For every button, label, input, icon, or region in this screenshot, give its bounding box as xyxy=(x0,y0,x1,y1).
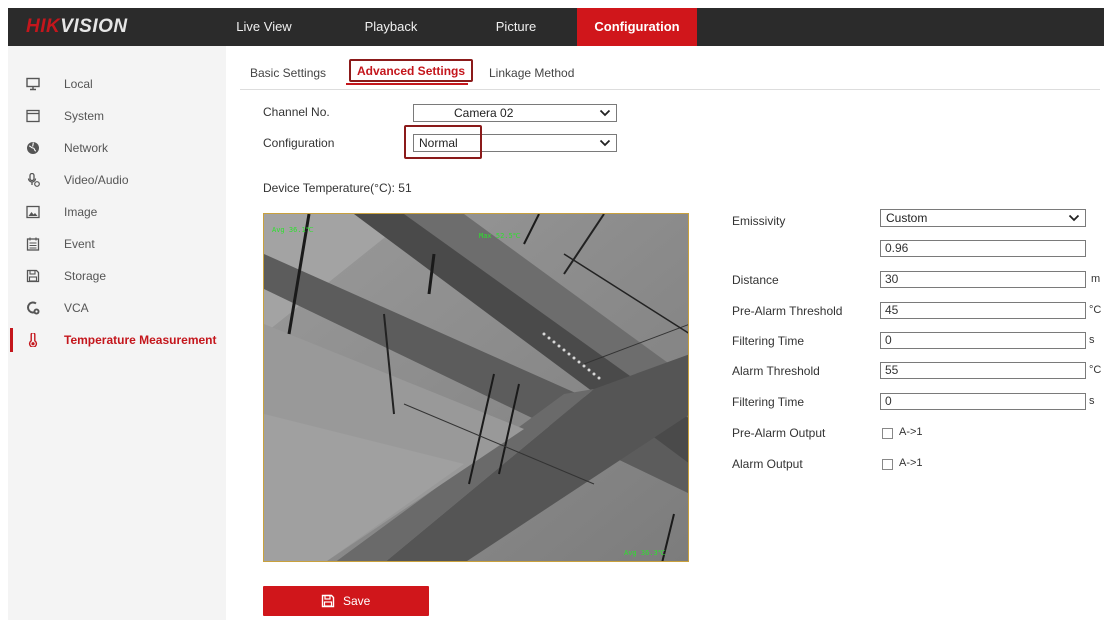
nav-configuration[interactable]: Configuration xyxy=(577,8,697,46)
thermal-scene: Avg 36.1℃ Max 52.5℃ Avg 36.3℃ xyxy=(264,214,688,561)
sidebar-label-storage: Storage xyxy=(64,269,107,283)
globe-icon xyxy=(27,142,39,154)
sidebar-label-system: System xyxy=(64,109,105,123)
nav-picture[interactable]: Picture xyxy=(486,8,546,46)
pre-alarm-output-checkbox[interactable] xyxy=(882,428,893,439)
calendar-icon xyxy=(26,237,40,251)
tab-basic-settings[interactable]: Basic Settings xyxy=(250,66,326,80)
pre-alarm-threshold-label: Pre-Alarm Threshold xyxy=(732,304,843,318)
alarm-threshold-label: Alarm Threshold xyxy=(732,364,820,378)
sidebar-item-local[interactable]: Local xyxy=(8,70,226,98)
top-nav-bar: HIKVISION Live View Playback Picture Con… xyxy=(8,8,1104,46)
channel-select[interactable]: Camera 02 xyxy=(413,104,617,122)
overlay-temp-top-mid: Max 52.5℃ xyxy=(479,232,521,240)
sidebar-item-vca[interactable]: VCA xyxy=(8,294,226,322)
thermal-video-preview[interactable]: Avg 36.1℃ Max 52.5℃ Avg 36.3℃ xyxy=(263,213,689,562)
config-subtabs: Basic Settings Advanced Settings Linkage… xyxy=(240,60,1100,90)
chevron-down-icon xyxy=(599,139,611,147)
monitor-icon xyxy=(26,77,40,91)
emissivity-mode-value: Custom xyxy=(886,211,928,225)
chevron-down-icon xyxy=(1068,214,1080,222)
emissivity-label: Emissivity xyxy=(732,214,786,228)
configuration-label: Configuration xyxy=(263,136,335,150)
channel-select-value: Camera 02 xyxy=(454,106,514,120)
emissivity-value-input[interactable]: 0.96 xyxy=(880,240,1086,257)
sidebar-label-event: Event xyxy=(64,237,95,251)
filtering-time-unit-1: s xyxy=(1089,334,1095,346)
pre-alarm-threshold-unit: °C xyxy=(1089,304,1102,316)
overlay-temp-bottom-right: Avg 36.3℃ xyxy=(624,549,666,557)
storage-icon xyxy=(26,269,40,283)
overlay-temp-top-left: Avg 36.1℃ xyxy=(272,226,314,234)
save-button[interactable]: Save xyxy=(263,586,429,616)
sidebar-item-storage[interactable]: Storage xyxy=(8,262,226,290)
sidebar-label-image: Image xyxy=(64,205,98,219)
pre-alarm-threshold-input[interactable]: 45 xyxy=(880,302,1086,319)
nav-live-view[interactable]: Live View xyxy=(234,8,294,46)
sidebar-label-network: Network xyxy=(64,141,109,155)
device-temperature-text: Device Temperature(°C): 51 xyxy=(263,181,412,195)
alarm-output-label: Alarm Output xyxy=(732,457,803,471)
save-button-label: Save xyxy=(343,594,371,608)
floppy-disk-icon xyxy=(321,594,335,608)
sidebar-label-video-audio: Video/Audio xyxy=(64,173,129,187)
sidebar-item-temperature-measurement[interactable]: Temperature Measurement xyxy=(8,326,226,354)
distance-input[interactable]: 30 xyxy=(880,271,1086,288)
distance-unit: m xyxy=(1091,273,1101,285)
microphone-icon xyxy=(27,173,40,187)
filtering-time-unit-2: s xyxy=(1089,395,1095,407)
sidebar-label-local: Local xyxy=(64,77,93,91)
thermometer-icon xyxy=(28,333,38,347)
alarm-threshold-input[interactable]: 55 xyxy=(880,362,1086,379)
image-icon xyxy=(26,205,40,219)
filtering-time-label-1: Filtering Time xyxy=(732,334,805,348)
nav-playback[interactable]: Playback xyxy=(356,8,426,46)
logo-part-hik: HIK xyxy=(26,16,61,37)
active-tab-underline xyxy=(346,83,468,85)
filtering-time-input-1[interactable]: 0 xyxy=(880,332,1086,349)
tab-linkage-method[interactable]: Linkage Method xyxy=(489,66,574,80)
configuration-select[interactable]: Normal xyxy=(413,134,617,152)
filtering-time-input-2[interactable]: 0 xyxy=(880,393,1086,410)
sidebar-label-vca: VCA xyxy=(64,301,89,315)
sidebar-item-video-audio[interactable]: Video/Audio xyxy=(8,166,226,194)
alarm-threshold-unit: °C xyxy=(1089,364,1102,376)
pre-alarm-output-option: A->1 xyxy=(899,426,923,438)
configuration-select-value: Normal xyxy=(419,136,458,150)
channel-no-label: Channel No. xyxy=(263,105,330,119)
vca-icon xyxy=(27,301,40,315)
chevron-down-icon xyxy=(599,109,611,117)
filtering-time-label-2: Filtering Time xyxy=(732,395,805,409)
sidebar-item-image[interactable]: Image xyxy=(8,198,226,226)
pre-alarm-output-label: Pre-Alarm Output xyxy=(732,426,826,440)
logo-part-vision: VISION xyxy=(60,16,128,37)
distance-label: Distance xyxy=(732,273,779,287)
alarm-output-checkbox[interactable] xyxy=(882,459,893,470)
hikvision-logo: HIKVISION xyxy=(26,16,128,38)
sidebar-label-temperature-measurement: Temperature Measurement xyxy=(64,333,217,347)
config-sidebar: Local System Network Video/Audio Image E… xyxy=(8,46,226,620)
sidebar-item-system[interactable]: System xyxy=(8,102,226,130)
sidebar-item-network[interactable]: Network xyxy=(8,134,226,162)
alarm-output-option: A->1 xyxy=(899,457,923,469)
tab-advanced-settings[interactable]: Advanced Settings xyxy=(357,64,465,78)
sidebar-item-event[interactable]: Event xyxy=(8,230,226,258)
emissivity-mode-select[interactable]: Custom xyxy=(880,209,1086,227)
window-icon xyxy=(26,109,40,123)
